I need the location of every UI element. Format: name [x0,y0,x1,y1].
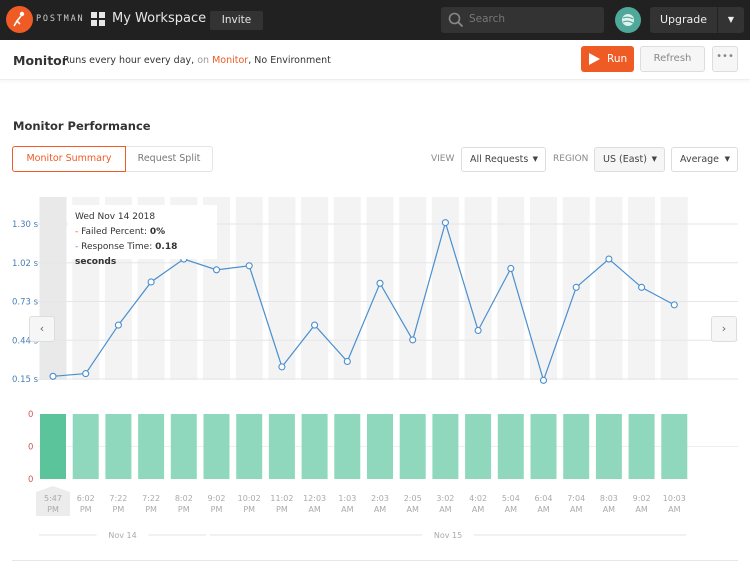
x-tick-label: AM [341,505,353,514]
tooltip-date: Wed Nov 14 2018 [75,212,156,222]
data-point [474,326,482,335]
data-point [114,321,122,329]
fail-y-tick-label: 0 [28,443,33,453]
x-tick-label: 12:03 [303,494,326,503]
x-tick-label: AM [603,505,615,514]
x-tick-label: 3:02 [436,494,454,503]
tooltip-failed-row: - Failed Percent: 0% [75,227,166,237]
x-tick-label: AM [635,505,647,514]
x-tick-label: AM [308,505,320,514]
y-tick-label: 0.15 s [12,375,39,385]
data-point [311,321,319,329]
run-status-bar [530,414,557,479]
y-tick-label: 0.73 s [12,298,39,308]
x-tick-label: 7:04 [567,494,585,503]
x-tick-label: PM [178,505,190,514]
run-status-bar [170,414,197,479]
fail-y-tick-label: 0 [28,410,33,420]
run-status-bar [40,414,66,479]
x-tick-label: 10:02 [238,494,261,503]
x-tick-label: PM [243,505,255,514]
run-status-bar [334,414,361,479]
data-point [376,279,384,287]
x-tick-label: 10:03 [663,494,686,503]
run-status-bar [203,414,230,479]
run-status-bar [301,414,328,479]
run-status-bar [563,414,590,479]
run-status-bar [236,414,263,479]
x-tick-label: 9:02 [633,494,651,503]
data-point [441,219,449,227]
chart-next-button[interactable]: › [711,316,737,342]
run-status-bar [399,414,426,479]
run-status-bar [72,414,99,479]
x-tick-label: AM [505,505,517,514]
x-tick-label: 6:02 [77,494,95,503]
x-tick-label: 2:05 [404,494,422,503]
x-tick-label: 6:04 [535,494,553,503]
data-point [245,262,253,270]
run-status-bar [105,414,132,479]
data-point [507,264,515,273]
x-tick-label: 5:04 [502,494,520,503]
x-tick-label: PM [113,505,125,514]
x-tick-label: PM [145,505,157,514]
run-status-bar [268,414,295,479]
x-tick-label: 9:02 [208,494,226,503]
x-tick-label: 11:02 [270,494,293,503]
chart-tooltip: Wed Nov 14 2018 - Failed Percent: 0% - R… [68,205,217,267]
date-group-label: Nov 15 [434,531,462,540]
run-status-bar [595,414,622,479]
run-status-bar [497,414,524,479]
x-tick-label: AM [668,505,680,514]
y-tick-label: 1.30 s [12,220,39,230]
data-point [638,283,646,291]
x-tick-label: AM [537,505,549,514]
x-tick-label: PM [276,505,288,514]
y-tick-label: 1.02 s [12,259,39,269]
run-status-bar [661,414,688,479]
data-point [82,370,90,378]
chart-prev-button[interactable]: ‹ [29,316,55,342]
x-tick-label: PM [80,505,92,514]
data-point [212,266,221,274]
data-point [343,357,351,366]
data-point [605,255,613,263]
data-point [572,283,580,291]
run-status-bar [138,414,165,479]
x-tick-label: 5:47 [44,494,62,503]
performance-chart: 0.15 s0.44 s0.73 s1.02 s1.30 s0005:47PM6… [12,197,738,540]
x-tick-label: AM [439,505,451,514]
data-point [147,278,155,286]
run-status-bar [367,414,393,479]
x-tick-label: AM [570,505,582,514]
divider [12,560,738,561]
data-point [49,372,57,380]
run-status-bar [628,414,655,479]
x-tick-label: 7:22 [109,494,127,503]
x-tick-label: 4:02 [469,494,487,503]
data-point [409,336,417,344]
x-tick-label: 2:03 [371,494,389,503]
x-tick-label: AM [407,505,419,514]
x-tick-label: PM [47,505,59,514]
x-tick-label: AM [374,505,386,514]
x-tick-label: 7:22 [142,494,160,503]
run-status-bar [465,414,492,479]
x-tick-label: AM [472,505,484,514]
data-point [539,376,548,384]
x-tick-label: PM [211,505,223,514]
data-point [670,301,678,309]
x-tick-label: 1:03 [338,494,356,503]
x-tick-label: 8:03 [600,494,618,503]
x-tick-label: 8:02 [175,494,193,503]
date-group-label: Nov 14 [108,531,136,540]
tooltip-response-row: - Response Time: 0.18 seconds [75,242,178,267]
fail-y-tick-label: 0 [28,475,33,485]
data-point [278,363,286,371]
run-status-bar [432,414,459,479]
